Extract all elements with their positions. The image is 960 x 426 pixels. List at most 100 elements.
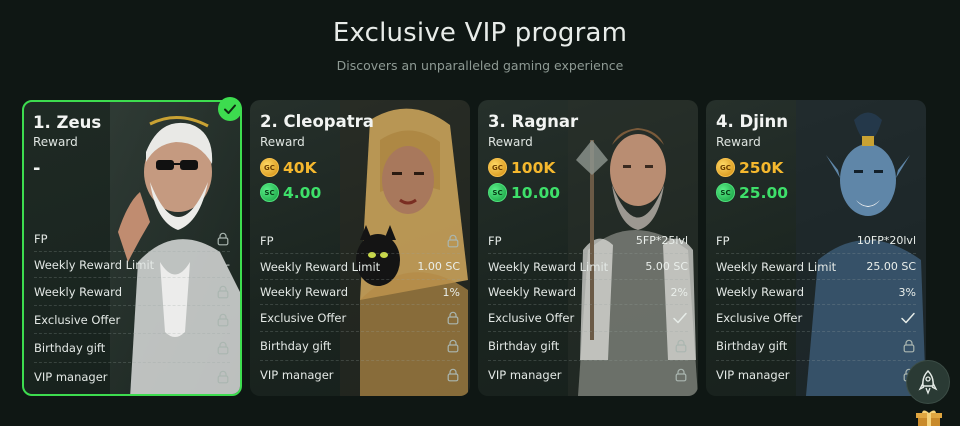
perk-label: Weekly Reward Limit (488, 259, 609, 274)
perk-label: FP (34, 231, 48, 246)
reward-label: Reward (260, 135, 305, 149)
perk-row-birthday-gift: Birthday gift (716, 332, 916, 361)
gold-coins-reward: GC 40K (260, 158, 317, 177)
card-title: 1. Zeus (33, 113, 102, 132)
perk-row-birthday-gift: Birthday gift (260, 332, 460, 361)
perk-label: Weekly Reward Limit (260, 259, 381, 274)
perk-row-weekly-reward: Weekly Reward 1% (260, 280, 460, 305)
sweeps-coins-reward: SC 10.00 (488, 183, 560, 202)
perk-row-fp: FP (260, 228, 460, 254)
perk-label: Weekly Reward (34, 284, 122, 299)
perk-row-weekly-reward: Weekly Reward (34, 278, 230, 306)
sweeps-coins-reward: SC 25.00 (716, 183, 788, 202)
lock-icon (902, 339, 916, 353)
perk-label: VIP manager (34, 370, 108, 384)
perk-row-exclusive-offer: Exclusive Offer (34, 306, 230, 334)
selected-checkmark-icon (218, 97, 242, 121)
perk-value: 1.00 SC (417, 260, 460, 273)
perk-label: VIP manager (488, 368, 562, 382)
gold-coins-value: 40K (283, 158, 317, 177)
perk-label: Birthday gift (260, 339, 332, 353)
reward-value: - (33, 158, 41, 179)
lock-icon (446, 368, 460, 382)
perk-row-vip-manager: VIP manager (260, 361, 460, 389)
card-title: 4. Djinn (716, 112, 788, 131)
sweeps-coin-icon: SC (260, 183, 279, 202)
perk-label: Exclusive Offer (34, 312, 121, 327)
reward-label: Reward (488, 135, 533, 149)
perk-row-fp: FP (34, 226, 230, 252)
page-title: Exclusive VIP program (332, 18, 628, 48)
perk-row-exclusive-offer: Exclusive Offer (260, 305, 460, 332)
perks-list: FP Weekly Reward Limit 1.00 SC Weekly Re… (260, 228, 460, 389)
perk-row-birthday-gift: Birthday gift (488, 332, 688, 361)
perks-list: FP 5FP*25lvl Weekly Reward Limit 5.00 SC… (488, 228, 688, 389)
perk-row-weekly-reward: Weekly Reward 3% (716, 280, 916, 305)
perk-label: Exclusive Offer (260, 311, 347, 325)
perk-row-vip-manager: VIP manager (34, 363, 230, 391)
perk-label: Birthday gift (488, 339, 560, 353)
rocket-icon (918, 369, 938, 395)
sweeps-coin-icon: SC (716, 183, 735, 202)
perk-value: 10FP*20lvl (856, 234, 916, 247)
perk-row-fp: FP 5FP*25lvl (488, 228, 688, 254)
checkmark-icon (672, 311, 688, 325)
perk-label: FP (716, 233, 730, 248)
gold-coins-value: 100K (511, 158, 556, 177)
lock-icon (446, 311, 460, 325)
perk-label: Weekly Reward (488, 285, 576, 299)
perk-value: 1% (442, 285, 460, 299)
perk-label: Weekly Reward (260, 285, 348, 299)
vip-card-zeus[interactable]: 1. Zeus Reward - FP Weekly Reward Limit … (22, 100, 242, 396)
perk-label: Birthday gift (716, 339, 788, 353)
perk-row-weekly-limit: Weekly Reward Limit 5.00 SC (488, 254, 688, 280)
gold-coins-reward: GC 100K (488, 158, 555, 177)
perk-row-vip-manager: VIP manager (488, 361, 688, 389)
perk-label: Exclusive Offer (716, 311, 803, 325)
lock-icon (674, 368, 688, 382)
perk-row-birthday-gift: Birthday gift (34, 334, 230, 363)
lock-icon (216, 313, 230, 327)
reward-label: Reward (716, 135, 761, 149)
vip-card-ragnar[interactable]: 3. Ragnar Reward GC 100K SC 10.00 FP 5FP… (478, 100, 698, 396)
lock-icon (216, 232, 230, 246)
checkmark-icon (900, 311, 916, 325)
perk-label: Weekly Reward Limit (716, 259, 837, 274)
perk-value: 5.00 SC (645, 260, 688, 273)
rocket-support-button[interactable] (906, 360, 950, 404)
perks-list: FP Weekly Reward Limit - Weekly Reward E… (34, 226, 230, 391)
perk-value: 2% (670, 285, 688, 299)
perk-row-weekly-limit: Weekly Reward Limit - (34, 252, 230, 278)
card-title: 3. Ragnar (488, 112, 579, 131)
perks-list: FP 10FP*20lvl Weekly Reward Limit 25.00 … (716, 228, 916, 389)
gold-coins-value: 250K (739, 158, 784, 177)
perk-row-exclusive-offer: Exclusive Offer (488, 305, 688, 332)
lock-icon (216, 341, 230, 355)
gold-coin-icon: GC (716, 158, 735, 177)
lock-icon (674, 339, 688, 353)
sweeps-coins-value: 25.00 (739, 183, 789, 202)
vip-card-cleopatra[interactable]: 2. Cleopatra Reward GC 40K SC 4.00 FP We… (250, 100, 470, 396)
page-subtitle: Discovers an unparalleled gaming experie… (336, 58, 624, 73)
perk-row-weekly-limit: Weekly Reward Limit 25.00 SC (716, 254, 916, 280)
vip-card-djinn[interactable]: 4. Djinn Reward GC 250K SC 25.00 FP 10FP… (706, 100, 926, 396)
perk-label: Birthday gift (34, 341, 106, 355)
perk-label: FP (488, 233, 502, 248)
perk-value: - (226, 258, 230, 271)
lock-icon (446, 234, 460, 248)
sweeps-coins-reward: SC 4.00 (260, 183, 321, 202)
lock-icon (216, 370, 230, 384)
page-header: Exclusive VIP program Discovers an unpar… (0, 18, 960, 73)
reward-label: Reward (33, 135, 78, 149)
perk-row-exclusive-offer: Exclusive Offer (716, 305, 916, 332)
perk-value: 5FP*25lvl (635, 234, 688, 247)
perk-row-weekly-limit: Weekly Reward Limit 1.00 SC (260, 254, 460, 280)
lock-icon (446, 339, 460, 353)
lock-icon (216, 285, 230, 299)
perk-row-weekly-reward: Weekly Reward 2% (488, 280, 688, 305)
sweeps-coins-value: 4.00 (283, 183, 322, 202)
perk-row-fp: FP 10FP*20lvl (716, 228, 916, 254)
perk-value: 3% (898, 285, 916, 299)
gift-icon[interactable] (914, 410, 944, 426)
perk-label: Weekly Reward (716, 285, 804, 299)
